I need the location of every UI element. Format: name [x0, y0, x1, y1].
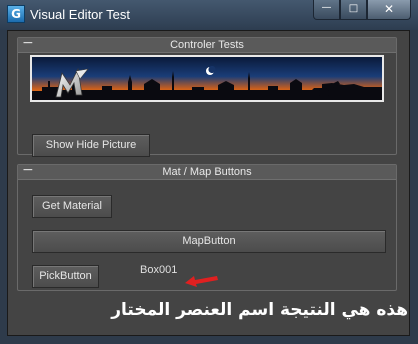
city-skyline-image [32, 57, 382, 100]
pick-result-label: Box001 [140, 264, 178, 276]
rollout-mat-map-buttons: − Mat / Map Buttons Get Material MapButt… [17, 162, 397, 291]
show-hide-picture-button[interactable]: Show Hide Picture [32, 134, 150, 157]
close-button[interactable]: ✕ [367, 0, 411, 20]
arabic-annotation: هذه هي النتيجة اسم العنصر المختار [111, 300, 408, 320]
pick-button[interactable]: PickButton [32, 265, 99, 288]
rollout-controler-tests: − Controler Tests Show Hide Picture [17, 35, 397, 157]
app-window: G Visual Editor Test — □ ✕ − Controler T… [0, 0, 418, 344]
dialog-client-area: − Controler Tests Show Hide Picture − Ma… [7, 30, 410, 336]
rollout-header-mat-map-buttons[interactable]: − Mat / Map Buttons [18, 162, 396, 180]
title-bar[interactable]: G Visual Editor Test — □ ✕ [0, 0, 418, 30]
window-title: Visual Editor Test [30, 7, 130, 22]
app-icon: G [7, 5, 25, 23]
minimize-button[interactable]: — [313, 0, 340, 20]
rollout-title: Mat / Map Buttons [162, 166, 252, 178]
rollout-title: Controler Tests [170, 39, 244, 51]
rollout-header-controler-tests[interactable]: − Controler Tests [18, 35, 396, 53]
map-button[interactable]: MapButton [32, 230, 386, 253]
arrow-icon [185, 276, 218, 287]
get-material-button[interactable]: Get Material [32, 195, 112, 218]
maximize-button[interactable]: □ [340, 0, 367, 20]
banner-picture [30, 55, 384, 102]
